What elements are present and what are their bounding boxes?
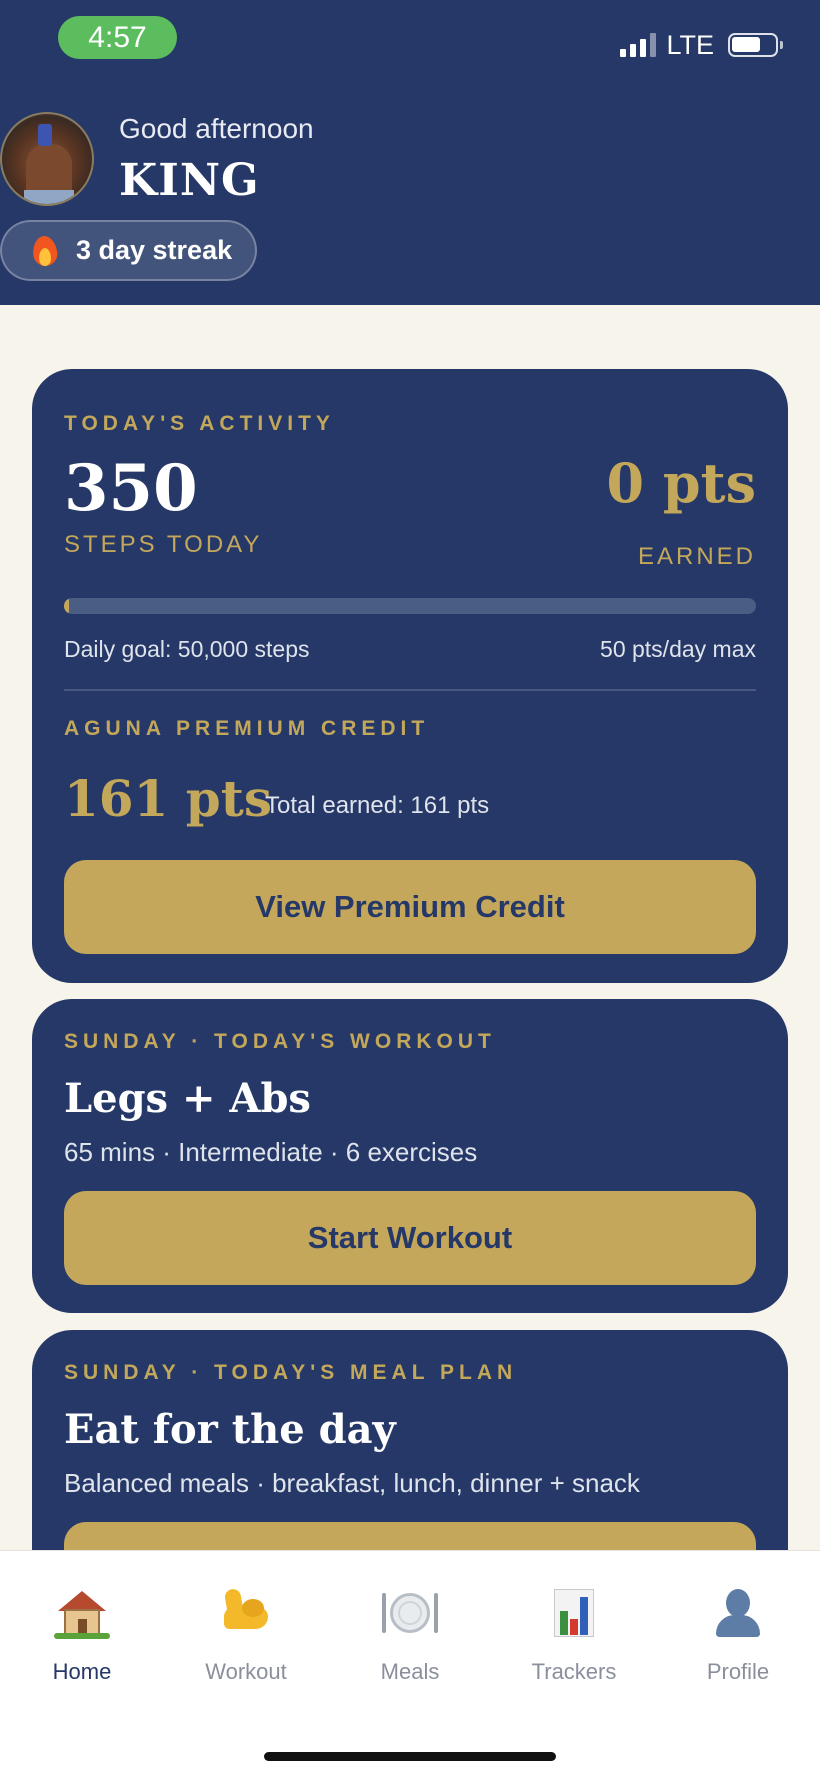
streak-badge[interactable]: 3 day streak: [0, 220, 257, 281]
points-earned: 0 pts: [606, 451, 756, 515]
meal-eyebrow: SUNDAY · TODAY'S MEAL PLAN: [64, 1361, 518, 1384]
bar-chart-icon: [544, 1587, 604, 1641]
avatar[interactable]: [0, 112, 94, 206]
bottom-nav: Home Workout Meals Trackers Profile: [0, 1550, 820, 1775]
streak-label: 3 day streak: [76, 235, 233, 265]
meal-details: Balanced meals · breakfast, lunch, dinne…: [64, 1468, 640, 1498]
nav-meals[interactable]: Meals: [328, 1587, 492, 1685]
house-icon: [52, 1587, 112, 1641]
start-workout-button[interactable]: Start Workout: [64, 1191, 756, 1285]
status-time: 4:57: [58, 16, 177, 59]
status-icons: LTE: [620, 29, 783, 60]
meal-title: Eat for the day: [64, 1406, 396, 1453]
person-icon: [708, 1587, 768, 1641]
nav-home[interactable]: Home: [0, 1587, 164, 1685]
username: KING: [119, 155, 260, 206]
workout-card[interactable]: SUNDAY · TODAY'S WORKOUT Legs + Abs 65 m…: [32, 999, 788, 1313]
fire-icon: [30, 234, 60, 268]
network-label: LTE: [666, 29, 714, 60]
battery-icon: [728, 33, 783, 57]
nav-home-label: Home: [52, 1659, 112, 1684]
home-indicator: [264, 1752, 556, 1761]
nav-trackers-label: Trackers: [531, 1659, 617, 1684]
steps-count: 350: [64, 451, 198, 526]
steps-progress-fill: [64, 598, 69, 614]
points-label: EARNED: [637, 543, 756, 570]
steps-progress-bar: [64, 598, 756, 614]
steps-label: STEPS TODAY: [64, 531, 263, 558]
workout-title: Legs + Abs: [64, 1075, 311, 1122]
divider: [64, 689, 756, 691]
nav-workout[interactable]: Workout: [164, 1587, 328, 1685]
nav-profile-label: Profile: [706, 1659, 770, 1684]
daily-goal-text: Daily goal: 50,000 steps: [64, 636, 310, 662]
workout-details: 65 mins · Intermediate · 6 exercises: [64, 1137, 478, 1167]
signal-icon: [620, 33, 657, 57]
activity-eyebrow: TODAY'S ACTIVITY: [64, 412, 335, 435]
nav-workout-label: Workout: [205, 1659, 287, 1684]
max-points-text: 50 pts/day max: [600, 636, 756, 662]
plate-icon: [380, 1587, 440, 1641]
nav-trackers[interactable]: Trackers: [492, 1587, 656, 1685]
flexed-arm-icon: [216, 1587, 276, 1641]
activity-card: TODAY'S ACTIVITY 350 STEPS TODAY 0 pts E…: [32, 369, 788, 983]
workout-eyebrow: SUNDAY · TODAY'S WORKOUT: [64, 1030, 496, 1053]
credit-total-earned: Total earned: 161 pts: [265, 792, 490, 819]
nav-meals-label: Meals: [380, 1659, 440, 1684]
nav-profile[interactable]: Profile: [656, 1587, 820, 1685]
credit-points: 161 pts: [64, 769, 272, 828]
header: 4:57 LTE Good afternoon KING 3 day strea…: [0, 0, 820, 305]
greeting-text: Good afternoon: [119, 113, 314, 144]
view-premium-credit-button[interactable]: View Premium Credit: [64, 860, 756, 954]
credit-eyebrow: AGUNA PREMIUM CREDIT: [64, 717, 430, 740]
